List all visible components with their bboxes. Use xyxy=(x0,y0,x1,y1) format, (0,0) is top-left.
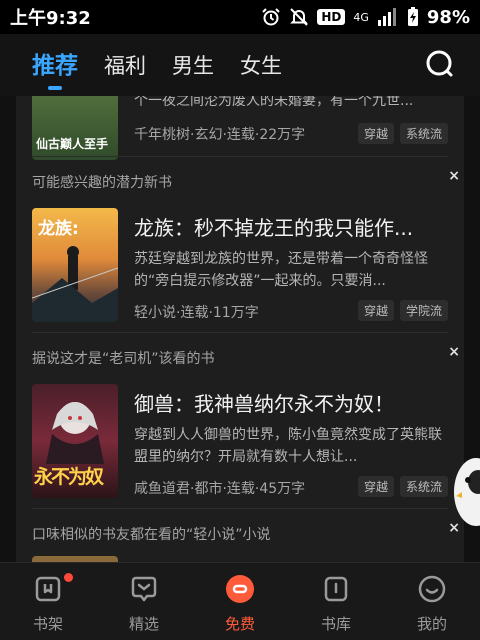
divider xyxy=(32,508,448,509)
tag[interactable]: 系统流 xyxy=(399,476,448,497)
mute-bell-icon xyxy=(290,8,309,26)
bookshelf-icon xyxy=(35,576,61,602)
section-header: 据说这才是“老司机”该看的书 xyxy=(32,351,215,367)
battery-charging-icon xyxy=(407,7,418,26)
nav-library[interactable]: 书库 xyxy=(288,563,384,640)
book-description: 穿越到人人御兽的世界，陈小鱼竟然变成了英熊联盟里的纳尔？开局就有数十人想让... xyxy=(134,427,442,465)
nav-label: 书架 xyxy=(32,615,63,633)
cover-illustration xyxy=(32,246,118,322)
divider xyxy=(32,332,448,333)
book-meta: 咸鱼道君·都市·连载·45万字 xyxy=(134,481,306,497)
notification-dot xyxy=(64,573,73,582)
book-meta: 千年桃树·玄幻·连载·22万字 xyxy=(134,127,306,143)
cover-title: 永不为奴 xyxy=(34,466,104,488)
nav-label: 我的 xyxy=(416,615,447,633)
book-description: 个一夜之间沦为废人的未婚妻，有一个九世... xyxy=(134,96,414,109)
nav-label: 精选 xyxy=(128,615,159,633)
nav-free[interactable]: 免费 xyxy=(192,563,288,640)
tab-welfare[interactable]: 福利 xyxy=(104,50,146,80)
tag[interactable]: 学院流 xyxy=(399,300,448,321)
floating-mascot-icon[interactable] xyxy=(452,452,480,532)
section-header: 可能感兴趣的潜力新书 xyxy=(32,175,172,191)
tag[interactable]: 穿越 xyxy=(357,476,394,497)
signal-icon xyxy=(377,8,396,26)
tag[interactable]: 穿越 xyxy=(357,123,394,144)
cover-title: 仙古巅人至手 xyxy=(36,137,109,151)
tab-male[interactable]: 男生 xyxy=(172,50,214,80)
status-time: 上午9:32 xyxy=(10,8,91,29)
book-cover: 永不为奴 xyxy=(32,384,118,498)
book-tags: 穿越 学院流 xyxy=(357,300,448,321)
nav-label: 免费 xyxy=(224,615,255,633)
search-icon[interactable] xyxy=(424,48,456,80)
tag[interactable]: 系统流 xyxy=(399,123,448,144)
hd-badge: HD xyxy=(317,9,346,25)
book-tags: 穿越 系统流 xyxy=(357,123,448,144)
tab-recommend[interactable]: 推荐 xyxy=(32,46,78,90)
book-cover: 仙古巅人至手 xyxy=(32,96,118,160)
nav-profile[interactable]: 我的 xyxy=(384,563,480,640)
status-icons: HD 4G 98% xyxy=(261,7,470,28)
bottom-nav: 书架 精选 免费 书库 我的 xyxy=(0,562,480,640)
top-nav: 推荐 福利 男生 女生 xyxy=(0,34,480,96)
status-bar: 上午9:32 HD 4G 98% xyxy=(0,0,480,34)
network-label: 4G xyxy=(353,10,369,24)
library-icon xyxy=(324,576,348,602)
close-icon[interactable]: × xyxy=(448,344,460,360)
book-feed: 仙古巅人至手 个一夜之间沦为废人的未婚妻，有一个九世... 千年桃树·玄幻·连载… xyxy=(16,96,464,562)
divider xyxy=(32,156,448,157)
book-description: 苏廷穿越到龙族的世界，还是带着一个奇奇怪怪的“旁白提示修改器”一起来的。只要消.… xyxy=(134,251,428,289)
nav-label: 书库 xyxy=(320,615,351,633)
profile-smile-icon xyxy=(418,575,446,603)
book-meta: 轻小说·连载·11万字 xyxy=(134,305,259,321)
section-header: 口味相似的书友都在看的“轻小说”小说 xyxy=(32,527,271,543)
tab-female[interactable]: 女生 xyxy=(240,50,282,80)
heart-chat-icon xyxy=(131,576,157,602)
battery-percent: 98% xyxy=(426,6,470,28)
close-icon[interactable]: × xyxy=(448,168,460,184)
free-coin-icon xyxy=(226,575,254,603)
alarm-icon xyxy=(262,8,281,26)
nav-bookshelf[interactable]: 书架 xyxy=(0,563,96,640)
book-tags: 穿越 系统流 xyxy=(357,476,448,497)
tag[interactable]: 穿越 xyxy=(357,300,394,321)
book-title[interactable]: 龙族：秒不掉龙王的我只能作... xyxy=(134,212,454,241)
book-cover: 龙族: xyxy=(32,208,118,322)
nav-featured[interactable]: 精选 xyxy=(96,563,192,640)
book-title[interactable]: 御兽：我神兽纳尔永不为奴！ xyxy=(134,388,454,417)
